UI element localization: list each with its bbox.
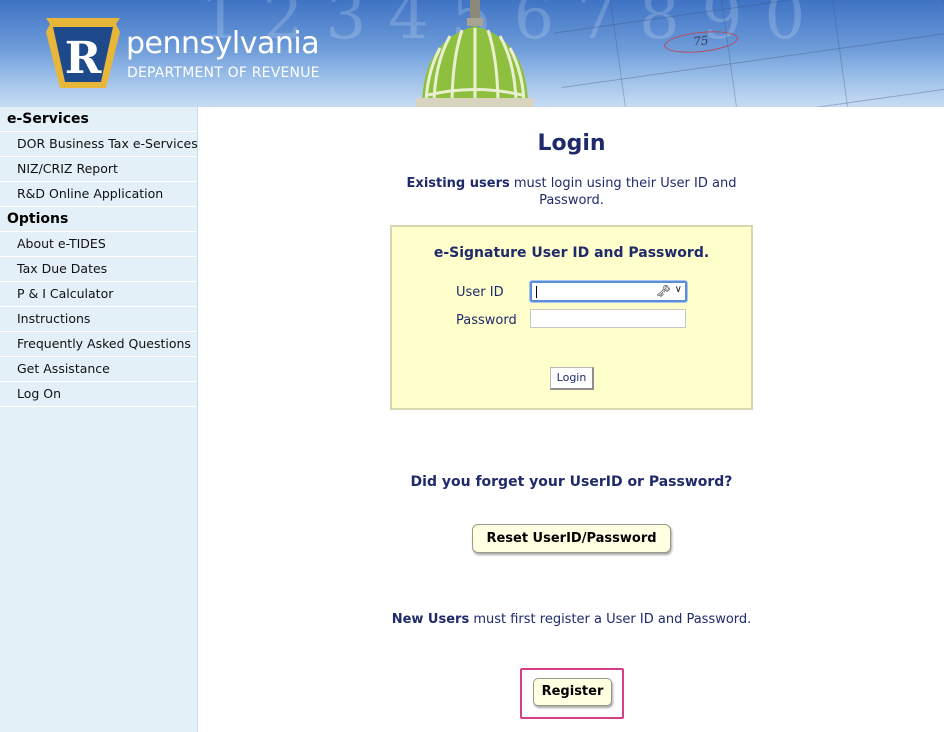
page-header-banner: 1234567890 75 R pennsylvania DEPARTMENT … (0, 0, 944, 107)
sidebar-heading-options: Options (0, 207, 197, 232)
sidebar-item-pi-calculator[interactable]: P & I Calculator (0, 282, 197, 307)
existing-users-text: must login using their User ID and Passw… (509, 176, 737, 208)
sidebar-nav: e-Services DOR Business Tax e-Services N… (0, 107, 198, 732)
banner-background-grid (548, 0, 944, 107)
sidebar-item-rd-online-application[interactable]: R&D Online Application (0, 182, 197, 207)
password-key-icon[interactable]: 🗝︎ (656, 284, 671, 298)
userid-field[interactable]: 🗝︎ ∨ (529, 280, 688, 303)
chevron-down-icon[interactable]: ∨ (675, 284, 682, 295)
sidebar-item-tax-due-dates[interactable]: Tax Due Dates (0, 257, 197, 282)
sidebar-item-get-assistance[interactable]: Get Assistance (0, 357, 197, 382)
reset-userid-password-button[interactable]: Reset UserID/Password (472, 524, 671, 553)
sidebar-item-about-etides[interactable]: About e-TIDES (0, 232, 197, 257)
password-label: Password (456, 313, 517, 328)
logo-letter: R (65, 33, 102, 84)
login-button[interactable]: Login (550, 367, 594, 390)
forgot-credentials-text: Did you forget your UserID or Password? (410, 474, 733, 490)
userid-label: User ID (456, 285, 504, 300)
new-users-bold: New Users (391, 612, 470, 627)
keystone-logo-icon: R (46, 18, 120, 88)
login-box-title: e-Signature User ID and Password. (433, 245, 710, 261)
existing-users-instructions: Existing users must login using their Us… (399, 175, 744, 209)
capitol-dome-image (416, 0, 534, 107)
password-field[interactable] (530, 309, 686, 328)
logo-subtitle: DEPARTMENT OF REVENUE (127, 65, 320, 81)
sidebar-item-faq[interactable]: Frequently Asked Questions (0, 332, 197, 357)
sidebar-heading-eservices: e-Services (0, 107, 197, 132)
page-title: Login (537, 131, 606, 156)
login-form-box: e-Signature User ID and Password. User I… (390, 225, 753, 410)
sidebar-item-dor-business-tax[interactable]: DOR Business Tax e-Services (0, 132, 198, 157)
main-content: Login Existing users must login using th… (199, 107, 944, 732)
sidebar-item-log-on[interactable]: Log On (0, 382, 197, 407)
new-users-instructions: New Users must first register a User ID … (199, 612, 944, 627)
logo-wordmark: pennsylvania (126, 26, 320, 61)
sidebar-item-instructions[interactable]: Instructions (0, 307, 197, 332)
register-button[interactable]: Register (533, 678, 612, 706)
new-users-text: must first register a User ID and Passwo… (469, 612, 752, 627)
existing-users-bold: Existing users (406, 176, 510, 191)
text-caret (536, 286, 537, 298)
sidebar-item-niz-criz-report[interactable]: NIZ/CRIZ Report (0, 157, 197, 182)
